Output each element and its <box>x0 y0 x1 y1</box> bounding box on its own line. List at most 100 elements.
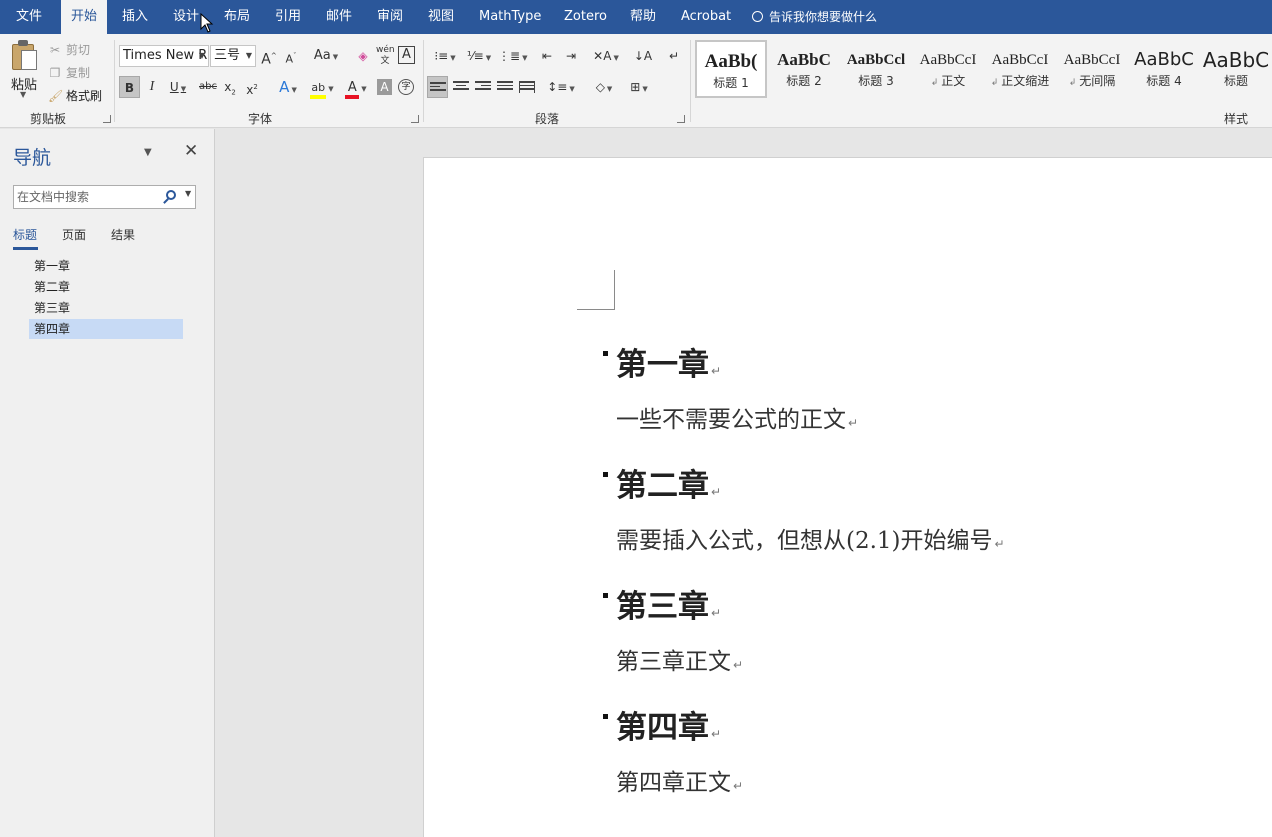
style-title[interactable]: AaBbC 标题 <box>1200 40 1272 98</box>
chinese-layout-icon[interactable]: ✕A ▼ <box>591 45 621 67</box>
show-marks-icon[interactable]: ↵ <box>666 45 682 67</box>
style-heading-1[interactable]: AaBb( 标题 1 <box>695 40 767 98</box>
justify-icon[interactable] <box>495 76 515 98</box>
font-name-combo[interactable]: Times New R ▼ <box>119 45 209 67</box>
tab-file[interactable]: 文件 <box>16 0 42 34</box>
clear-formatting-icon[interactable]: ◈ <box>354 45 372 67</box>
search-icon[interactable] <box>166 190 176 200</box>
ribbon: 粘贴 ▼ ✂ 剪切 ❐ 复制 🖌 格式刷 剪贴板 Times New R ▼ 三号 ▼ A… <box>0 34 1272 128</box>
tab-review[interactable]: 审阅 <box>377 0 403 34</box>
styles-gallery: AaBb( 标题 1 AaBbC 标题 2 AaBbCcl 标题 3 AaBbC… <box>695 40 1272 100</box>
line-spacing-icon[interactable]: ↕≡ ▼ <box>546 76 576 98</box>
style-sample: AaBbC <box>1202 48 1270 72</box>
superscript-icon[interactable]: x2 <box>244 76 260 98</box>
align-right-icon[interactable] <box>473 76 493 98</box>
align-left-icon[interactable] <box>427 76 448 98</box>
increase-indent-icon[interactable]: ⇥ <box>561 45 581 67</box>
tab-home[interactable]: 开始 <box>61 0 108 34</box>
search-options-dropdown-icon[interactable]: ▼ <box>185 189 191 198</box>
clipboard-launcher-icon[interactable] <box>103 115 111 123</box>
grow-font-icon[interactable]: A^ <box>261 45 277 68</box>
style-body-indent[interactable]: AaBbCcI ↲ 正文缩进 <box>984 40 1056 98</box>
sort-icon[interactable]: ↓A <box>633 45 653 67</box>
bold-icon[interactable]: B <box>119 76 140 98</box>
character-shading-icon[interactable]: A <box>377 79 392 95</box>
tab-acrobat[interactable]: Acrobat <box>681 0 731 34</box>
style-no-spacing[interactable]: AaBbCcI ↲ 无间隔 <box>1056 40 1128 98</box>
nav-tab-results[interactable]: 结果 <box>111 226 135 243</box>
nav-heading-item[interactable]: 第三章 <box>29 298 183 318</box>
nav-heading-item-selected[interactable]: 第四章 <box>29 319 183 339</box>
nav-options-dropdown-icon[interactable]: ▼ <box>144 147 152 158</box>
tab-zotero[interactable]: Zotero <box>564 0 607 34</box>
tab-design[interactable]: 设计 <box>173 0 199 34</box>
style-heading-2[interactable]: AaBbC 标题 2 <box>768 40 840 98</box>
tab-insert[interactable]: 插入 <box>122 0 148 34</box>
copy-button[interactable]: ❐ 复制 <box>48 64 90 81</box>
enclose-characters-icon[interactable]: 字 <box>398 79 414 95</box>
tab-layout[interactable]: 布局 <box>224 0 250 34</box>
close-icon[interactable]: ✕ <box>184 141 198 161</box>
tab-view[interactable]: 视图 <box>428 0 454 34</box>
tab-mailings[interactable]: 邮件 <box>326 0 352 34</box>
shrink-font-icon[interactable]: Aˇ <box>283 45 299 67</box>
nav-tab-headings[interactable]: 标题 <box>13 226 37 243</box>
decrease-indent-icon[interactable]: ⇤ <box>537 45 557 67</box>
phonetic-guide-icon[interactable]: wén 文 <box>376 45 395 67</box>
text-effects-icon[interactable]: A ▼ <box>275 76 301 98</box>
active-tab-indicator <box>13 247 38 250</box>
tab-mathtype[interactable]: MathType <box>479 0 541 34</box>
font-launcher-icon[interactable] <box>411 115 419 123</box>
character-border-icon[interactable]: A <box>398 46 415 64</box>
align-center-icon[interactable] <box>451 76 471 98</box>
heading-bullet <box>603 593 608 598</box>
shading-icon[interactable]: ◇ ▼ <box>589 76 619 98</box>
paste-dropdown-icon[interactable]: ▼ <box>20 90 26 99</box>
format-painter-label: 格式刷 <box>66 89 103 103</box>
style-name: 标题 2 <box>786 74 822 88</box>
distributed-icon[interactable] <box>517 76 537 98</box>
style-heading-4[interactable]: AaBbC 标题 4 <box>1128 40 1200 98</box>
borders-icon[interactable]: ⊞ ▼ <box>624 76 654 98</box>
heading-chapter-2[interactable]: 第二章 ↵ <box>616 460 721 505</box>
strikethrough-icon[interactable]: abc <box>198 76 218 98</box>
body-paragraph-4[interactable]: 第四章正文 ↵ <box>616 763 743 797</box>
nav-tab-pages[interactable]: 页面 <box>62 226 86 243</box>
italic-icon[interactable]: I <box>144 76 160 98</box>
highlight-color-button[interactable]: ab ▼ <box>307 76 337 99</box>
change-case-button[interactable]: Aa ▼ <box>311 45 341 67</box>
heading-chapter-1[interactable]: 第一章 ↵ <box>616 339 721 384</box>
heading-chapter-3[interactable]: 第三章 ↵ <box>616 581 721 626</box>
paste-icon[interactable] <box>12 40 38 72</box>
tab-help[interactable]: 帮助 <box>630 0 656 34</box>
change-case-label: Aa <box>313 48 331 63</box>
style-heading-3[interactable]: AaBbCcl 标题 3 <box>840 40 912 98</box>
nav-heading-item[interactable]: 第二章 <box>29 277 183 297</box>
style-name: 标题 4 <box>1146 74 1182 88</box>
style-normal[interactable]: AaBbCcI ↲ 正文 <box>912 40 984 98</box>
tab-references[interactable]: 引用 <box>275 0 301 34</box>
format-painter-button[interactable]: 🖌 格式刷 <box>48 87 102 104</box>
chevron-down-icon: ▼ <box>198 51 205 60</box>
lightbulb-icon <box>752 11 763 22</box>
heading-chapter-4[interactable]: 第四章 ↵ <box>616 702 721 747</box>
font-color-button[interactable]: A ▼ <box>341 76 371 99</box>
numbering-icon[interactable]: ⅟≡ ▼ <box>464 45 494 67</box>
style-name: 标题 <box>1223 74 1248 88</box>
font-size-combo[interactable]: 三号 ▼ <box>210 45 256 67</box>
document-page[interactable] <box>423 157 1272 837</box>
underline-icon[interactable]: U ▼ <box>166 76 190 98</box>
cut-button[interactable]: ✂ 剪切 <box>48 41 90 58</box>
style-sample: AaBbCcI <box>919 52 977 68</box>
nav-heading-item[interactable]: 第一章 <box>29 256 183 276</box>
font-name-value: Times New R <box>123 48 208 63</box>
paragraph-launcher-icon[interactable] <box>677 115 685 123</box>
subscript-icon[interactable]: x2 <box>222 76 238 98</box>
tell-me-search[interactable]: 告诉我你想要做什么 <box>752 0 877 34</box>
body-paragraph-1[interactable]: 一些不需要公式的正文 ↵ <box>616 400 858 434</box>
body-paragraph-3[interactable]: 第三章正文 ↵ <box>616 642 743 676</box>
multilevel-list-icon[interactable]: ⋮≣ ▼ <box>498 45 527 67</box>
body-paragraph-2[interactable]: 需要插入公式，但想从(2.1)开始编号 ↵ <box>616 521 1005 555</box>
nav-search-input[interactable] <box>14 186 159 208</box>
bullets-icon[interactable]: ⁝≡ ▼ <box>430 45 460 67</box>
